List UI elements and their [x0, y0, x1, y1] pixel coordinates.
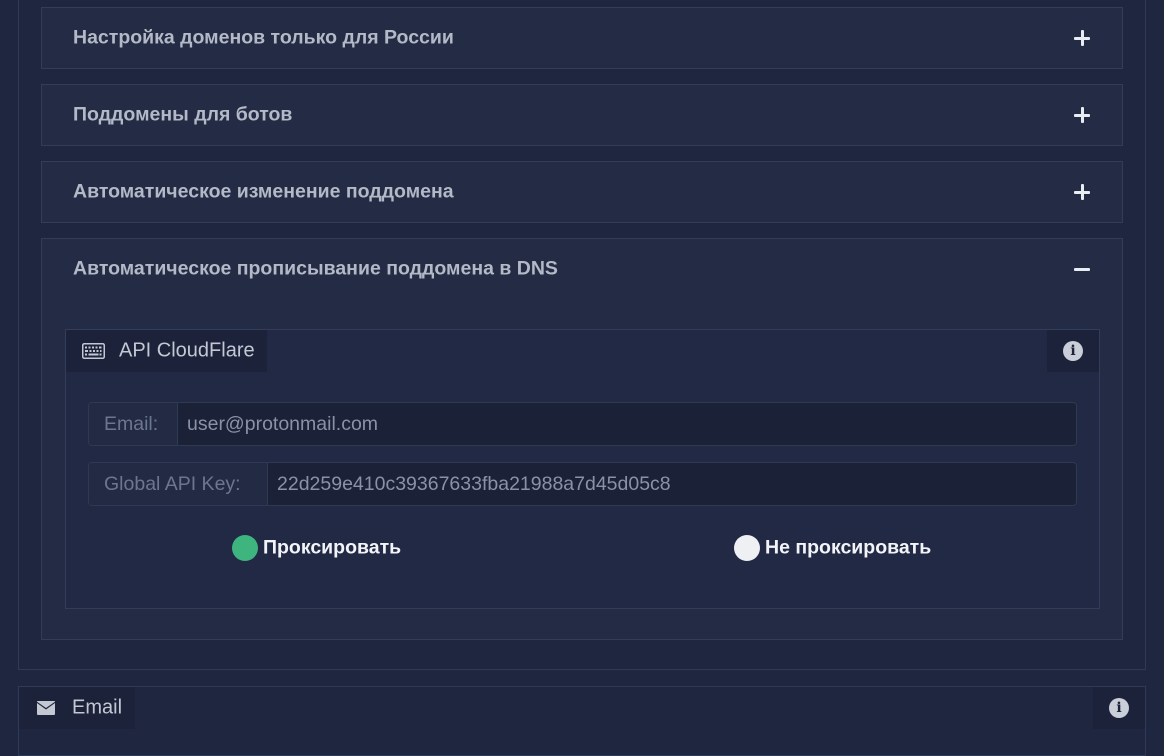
api-key-field[interactable] — [268, 463, 1076, 505]
radio-no-proxy-label: Не проксировать — [765, 536, 932, 559]
api-key-field-label: Global API Key: — [89, 463, 268, 505]
email-panel-title: Email — [72, 696, 123, 719]
email-tab: Email — [19, 687, 135, 729]
keyboard-icon — [82, 343, 105, 364]
accordion-title: Автоматическое прописывание поддомена в … — [73, 257, 558, 280]
plus-icon[interactable] — [1074, 107, 1090, 123]
radio-unselected-icon — [734, 535, 760, 561]
accordion-auto-subdomain-change: Автоматическое изменение поддомена — [41, 161, 1123, 223]
accordion-bot-subdomains: Поддомены для ботов — [41, 84, 1123, 146]
api-cloudflare-info-button[interactable]: i — [1047, 330, 1099, 372]
accordion-title: Автоматическое изменение поддомена — [73, 180, 454, 203]
plus-icon[interactable] — [1074, 30, 1090, 46]
api-cloudflare-card: API CloudFlare i Email: Global API Key: … — [65, 329, 1100, 609]
accordion-title: Настройка доменов только для России — [73, 26, 454, 49]
api-cloudflare-title: API CloudFlare — [119, 339, 255, 362]
accordion-title: Поддомены для ботов — [73, 103, 293, 126]
api-cloudflare-tab: API CloudFlare — [66, 330, 267, 372]
envelope-icon — [36, 700, 56, 721]
email-info-button[interactable]: i — [1093, 687, 1145, 729]
api-key-field-group: Global API Key: — [88, 462, 1077, 506]
email-settings-panel: Email i — [18, 686, 1146, 756]
email-field-group: Email: — [88, 402, 1077, 446]
radio-selected-icon — [232, 535, 258, 561]
radio-proxy-label: Проксировать — [263, 536, 402, 559]
info-circle-icon: i — [1109, 698, 1129, 718]
plus-icon[interactable] — [1074, 184, 1090, 200]
email-field-label: Email: — [89, 403, 178, 445]
accordion-header-russia-domains[interactable]: Настройка доменов только для России — [42, 8, 1122, 68]
email-field[interactable] — [178, 403, 1076, 445]
accordion-header-auto-dns[interactable]: Автоматическое прописывание поддомена в … — [42, 239, 1122, 299]
accordion-russia-domains: Настройка доменов только для России — [41, 7, 1123, 69]
minus-icon[interactable] — [1074, 261, 1090, 277]
info-circle-icon: i — [1063, 341, 1083, 361]
accordion-header-auto-subdomain-change[interactable]: Автоматическое изменение поддомена — [42, 162, 1122, 222]
accordion-header-bot-subdomains[interactable]: Поддомены для ботов — [42, 85, 1122, 145]
